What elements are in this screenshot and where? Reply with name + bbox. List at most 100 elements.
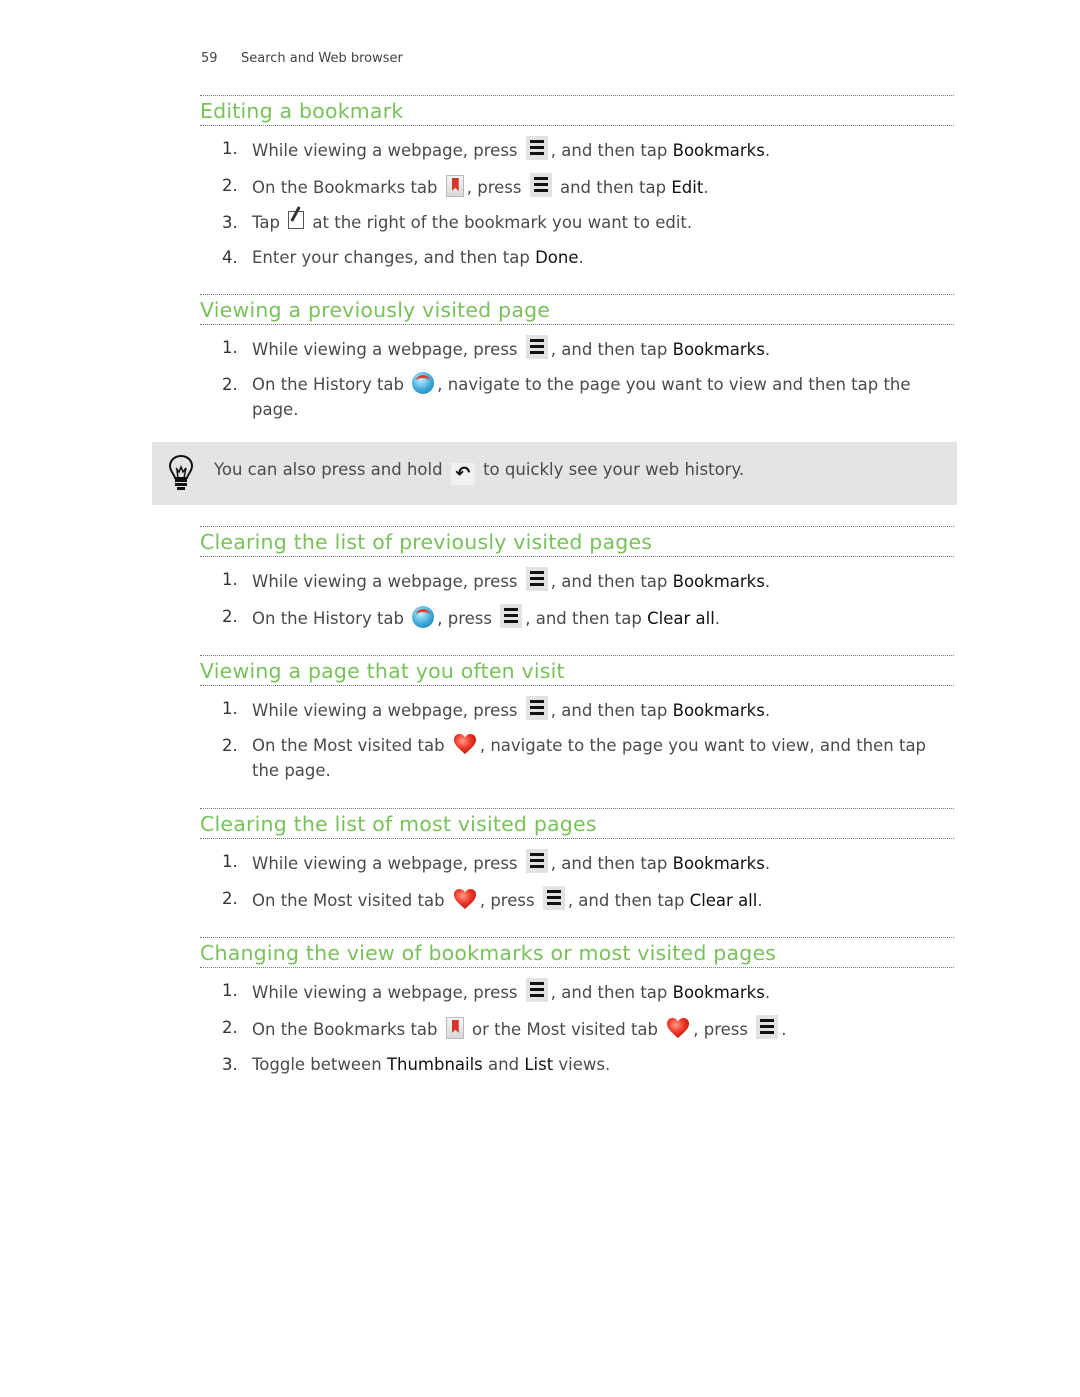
ui-term: Clear all bbox=[689, 891, 758, 910]
edit-icon bbox=[288, 211, 305, 229]
lightbulb-icon bbox=[168, 454, 194, 496]
section: Changing the view of bookmarks or most v… bbox=[200, 937, 954, 1087]
step-number: 1. bbox=[222, 139, 238, 158]
step-text: On the Bookmarks tab bbox=[252, 178, 443, 197]
step-text: On the Most visited tab bbox=[252, 736, 450, 755]
step-text: , and then tap bbox=[550, 983, 673, 1002]
step-text: . bbox=[578, 248, 584, 267]
menu-icon bbox=[525, 849, 548, 873]
step-text: Tap bbox=[252, 213, 286, 232]
ui-term: List bbox=[524, 1055, 554, 1074]
step-item: 2. On the History tab , press , and then … bbox=[200, 604, 954, 631]
back-icon: ↶ bbox=[450, 463, 475, 485]
ui-term: Bookmarks bbox=[672, 572, 765, 591]
step-text: , press bbox=[466, 178, 527, 197]
ui-term: Edit bbox=[671, 178, 704, 197]
step-item: 1. While viewing a webpage, press , and t… bbox=[200, 567, 954, 594]
step-text: . bbox=[764, 983, 771, 1002]
step-text: On the History tab bbox=[252, 375, 410, 394]
step-list: 1. While viewing a webpage, press , and t… bbox=[200, 335, 954, 422]
menu-icon bbox=[756, 1015, 779, 1039]
step-text: . bbox=[764, 340, 771, 359]
step-text: , press bbox=[479, 891, 540, 910]
step-number: 2. bbox=[222, 607, 238, 626]
step-text: . bbox=[781, 1020, 787, 1039]
step-number: 2. bbox=[222, 736, 238, 755]
section-title: Viewing a page that you often visit bbox=[200, 655, 954, 686]
page-number: 59 bbox=[201, 51, 218, 66]
step-text: On the History tab bbox=[252, 609, 410, 628]
section-title: Clearing the list of previously visited … bbox=[200, 526, 954, 557]
step-number: 2. bbox=[222, 375, 238, 394]
step-item: 1. While viewing a webpage, press , and t… bbox=[200, 696, 954, 723]
menu-icon bbox=[525, 335, 548, 359]
page-header: 59 Search and Web browser bbox=[201, 51, 403, 66]
section-title: Viewing a previously visited page bbox=[200, 294, 954, 325]
menu-icon bbox=[525, 567, 548, 591]
step-text: . bbox=[764, 701, 771, 720]
section-title: Editing a bookmark bbox=[200, 95, 954, 126]
section: Viewing a previously visited page 1. While… bbox=[200, 294, 954, 432]
step-number: 2. bbox=[222, 889, 238, 908]
step-text: Toggle between bbox=[252, 1055, 387, 1074]
step-item: 2. On the Most visited tab , navigate to … bbox=[200, 733, 954, 783]
chapter-title: Search and Web browser bbox=[241, 51, 403, 66]
menu-icon bbox=[542, 886, 565, 910]
step-list: 1. While viewing a webpage, press , and t… bbox=[200, 978, 954, 1077]
step-text: , and then tap bbox=[567, 891, 690, 910]
step-number: 2. bbox=[222, 1018, 238, 1037]
step-text: While viewing a webpage, press bbox=[252, 854, 523, 873]
step-number: 3. bbox=[222, 1055, 238, 1074]
most-visited-heart-icon bbox=[666, 1017, 690, 1039]
ui-term: Clear all bbox=[647, 609, 715, 628]
step-text: . bbox=[703, 178, 709, 197]
menu-icon bbox=[525, 136, 548, 160]
step-text: , and then tap bbox=[550, 141, 673, 160]
step-item: 2. On the Bookmarks tab , press and then … bbox=[200, 173, 954, 200]
step-text: While viewing a webpage, press bbox=[252, 340, 523, 359]
step-item: 1. While viewing a webpage, press , and t… bbox=[200, 978, 954, 1005]
menu-icon bbox=[525, 978, 548, 1002]
step-text: and then tap bbox=[554, 178, 672, 197]
step-text: . bbox=[764, 572, 771, 591]
step-text: , and then tap bbox=[550, 572, 673, 591]
step-item: 2. On the Bookmarks tab or the Most visit… bbox=[200, 1015, 954, 1042]
step-number: 1. bbox=[222, 699, 238, 718]
most-visited-heart-icon bbox=[453, 888, 477, 910]
step-text: On the Bookmarks tab bbox=[252, 1020, 443, 1039]
step-list: 1. While viewing a webpage, press , and t… bbox=[200, 696, 954, 783]
section: Editing a bookmark 1. While viewing a webp… bbox=[200, 95, 954, 280]
history-tab-icon bbox=[412, 606, 435, 628]
step-text: , and then tap bbox=[550, 340, 673, 359]
step-text: . bbox=[714, 609, 721, 628]
ui-term: Bookmarks bbox=[672, 983, 765, 1002]
step-text: . bbox=[764, 141, 771, 160]
step-list: 1. While viewing a webpage, press , and t… bbox=[200, 567, 954, 631]
step-text: at the right of the bookmark you want to… bbox=[307, 213, 693, 232]
tip-box: You can also press and hold ↶ to quickly… bbox=[152, 442, 957, 505]
ui-term: Bookmarks bbox=[672, 141, 765, 160]
step-text: , and then tap bbox=[550, 701, 673, 720]
step-text: While viewing a webpage, press bbox=[252, 572, 523, 591]
step-item: 1. While viewing a webpage, press , and t… bbox=[200, 849, 954, 876]
step-text: . bbox=[764, 854, 771, 873]
step-item: 2. On the Most visited tab , press , and … bbox=[200, 886, 954, 913]
step-text: or the Most visited tab bbox=[466, 1020, 664, 1039]
step-number: 1. bbox=[222, 852, 238, 871]
step-item: 3. Toggle between Thumbnails and List vie… bbox=[200, 1052, 954, 1077]
section: Clearing the list of most visited pages 1… bbox=[200, 808, 954, 923]
tip-text: You can also press and hold ↶ to quickly… bbox=[214, 460, 745, 485]
step-text: Enter your changes, and then tap bbox=[252, 248, 536, 267]
step-number: 3. bbox=[222, 213, 238, 232]
step-number: 2. bbox=[222, 176, 238, 195]
step-item: 3. Tap at the right of the bookmark you w… bbox=[200, 210, 954, 235]
step-list: 1. While viewing a webpage, press , and t… bbox=[200, 849, 954, 913]
step-item: 1. While viewing a webpage, press , and t… bbox=[200, 136, 954, 163]
ui-term: Bookmarks bbox=[672, 854, 765, 873]
step-item: 1. While viewing a webpage, press , and t… bbox=[200, 335, 954, 362]
section: Clearing the list of previously visited … bbox=[200, 526, 954, 641]
step-text: , and then tap bbox=[550, 854, 673, 873]
ui-term: Bookmarks bbox=[672, 340, 765, 359]
menu-icon bbox=[500, 604, 523, 628]
step-number: 1. bbox=[222, 981, 238, 1000]
